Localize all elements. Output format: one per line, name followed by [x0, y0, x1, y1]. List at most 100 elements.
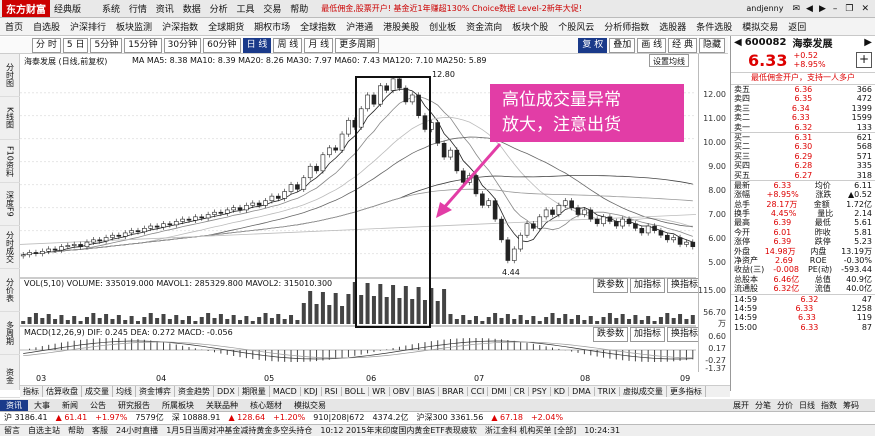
classic-button[interactable]: 经 典: [668, 37, 697, 53]
overlay-button[interactable]: 叠加: [609, 37, 636, 53]
menu-help[interactable]: 帮助: [290, 5, 308, 15]
nav-index[interactable]: 沪深指数: [162, 20, 198, 33]
right-tab[interactable]: 展开: [730, 400, 752, 411]
quote-ad[interactable]: 最低佣金开户，支持一人多户: [731, 72, 875, 85]
indicator-tab[interactable]: TRIX: [595, 387, 620, 396]
nav-hkconnect[interactable]: 沪港通: [346, 20, 373, 33]
period-monthly[interactable]: 月 线: [304, 37, 334, 53]
nav-options[interactable]: 期权市场: [254, 20, 290, 33]
right-tab[interactable]: 分价: [774, 400, 796, 411]
info-tab[interactable]: 资讯: [0, 399, 28, 411]
status-item[interactable]: 24小时直播: [116, 425, 158, 436]
indicator-tab[interactable]: DDX: [214, 387, 239, 396]
nav-flow[interactable]: 资金流向: [466, 20, 502, 33]
period-5min[interactable]: 5分钟: [90, 37, 123, 53]
indicator-tab[interactable]: BIAS: [414, 387, 440, 396]
side-tab-funds[interactable]: 资金: [0, 355, 20, 398]
status-item[interactable]: 帮助: [68, 425, 84, 436]
vol-add-indicator-button[interactable]: 加指标: [630, 278, 666, 293]
macd-switch-indicator-button[interactable]: 换指标: [667, 327, 703, 342]
period-15min[interactable]: 15分钟: [124, 37, 162, 53]
right-tab[interactable]: 日线: [796, 400, 818, 411]
ticker-ad[interactable]: 最低佣金,股票开户! 基金近1年赚超130% Choice数据 Level-2新…: [321, 3, 582, 14]
period-5day[interactable]: 5 日: [62, 37, 89, 53]
prev-stock-icon[interactable]: ◀: [734, 37, 742, 48]
next-stock-icon[interactable]: ▶: [864, 37, 872, 48]
menu-trade[interactable]: 交易: [263, 5, 281, 15]
nav-analyst[interactable]: 分析师指数: [604, 20, 649, 33]
vol-params-button[interactable]: 跌参数: [593, 278, 629, 293]
menu-system[interactable]: 系统: [102, 5, 120, 15]
indicator-tab[interactable]: MACD: [270, 387, 301, 396]
right-tab[interactable]: 筹码: [840, 400, 862, 411]
indicator-tab[interactable]: 更多指标: [667, 386, 706, 397]
nav-back[interactable]: 返回: [788, 20, 806, 33]
info-tab[interactable]: 大事: [28, 400, 56, 411]
nav-rank[interactable]: 沪深排行: [70, 20, 106, 33]
menu-news[interactable]: 资讯: [156, 5, 174, 15]
vol-switch-indicator-button[interactable]: 换指标: [667, 278, 703, 293]
nav-condition[interactable]: 条件选股: [696, 20, 732, 33]
back-icon[interactable]: ◀: [806, 4, 813, 14]
close-icon[interactable]: ✕: [861, 4, 869, 14]
mail-icon[interactable]: ✉: [792, 4, 800, 14]
side-tab-kline[interactable]: K线图: [0, 97, 20, 140]
menu-analysis[interactable]: 分析: [210, 5, 228, 15]
minimize-icon[interactable]: –: [833, 4, 838, 14]
indicator-tab[interactable]: CR: [511, 387, 529, 396]
status-item[interactable]: 留言: [4, 425, 20, 436]
menu-tools[interactable]: 工具: [236, 5, 254, 15]
side-tab-depth[interactable]: 深度F9: [0, 183, 20, 226]
restore-icon[interactable]: ❐: [845, 4, 853, 14]
adjust-button[interactable]: 复 权: [578, 37, 608, 53]
nav-gem[interactable]: 创业板: [429, 20, 456, 33]
nav-stocks[interactable]: 板块个股: [512, 20, 548, 33]
indicator-tab[interactable]: KD: [551, 387, 570, 396]
info-tab[interactable]: 模拟交易: [288, 400, 332, 411]
period-60min[interactable]: 60分钟: [203, 37, 241, 53]
info-tab[interactable]: 研究报告: [112, 400, 156, 411]
nav-futures[interactable]: 全球期货: [208, 20, 244, 33]
status-item[interactable]: 自选主站: [28, 425, 60, 436]
side-tab-pricevol[interactable]: 分价表: [0, 269, 20, 312]
draw-button[interactable]: 画 线: [637, 37, 667, 53]
nav-trends[interactable]: 个股风云: [558, 20, 594, 33]
indicator-tab[interactable]: 指标: [20, 386, 43, 397]
nav-hkus[interactable]: 港股美股: [383, 20, 419, 33]
indicator-tab[interactable]: DMI: [488, 387, 511, 396]
info-tab[interactable]: 公告: [84, 400, 112, 411]
macd-params-button[interactable]: 跌参数: [593, 327, 629, 342]
macd-add-indicator-button[interactable]: 加指标: [630, 327, 666, 342]
indicator-tab[interactable]: PSY: [529, 387, 551, 396]
period-daily[interactable]: 日 线: [242, 37, 272, 53]
indicator-tab[interactable]: KDJ: [301, 387, 322, 396]
indicator-tab[interactable]: 均线: [113, 386, 136, 397]
indicator-tab[interactable]: OBV: [390, 387, 414, 396]
period-30min[interactable]: 30分钟: [163, 37, 202, 53]
side-tab-timeshare[interactable]: 分时图: [0, 54, 20, 97]
info-tab[interactable]: 所属板块: [156, 400, 200, 411]
right-tab[interactable]: 分笔: [752, 400, 774, 411]
nav-sim[interactable]: 模拟交易: [742, 20, 778, 33]
indicator-tab[interactable]: 资金趋势: [175, 386, 214, 397]
indicator-tab[interactable]: 估算收盘: [43, 386, 82, 397]
indicator-tab[interactable]: RSI: [322, 387, 342, 396]
info-tab[interactable]: 新闻: [56, 400, 84, 411]
period-timeshare[interactable]: 分 时: [32, 37, 61, 53]
indicator-tab[interactable]: 成交量: [82, 386, 113, 397]
right-tab[interactable]: 指数: [818, 400, 840, 411]
indicator-tab[interactable]: WR: [369, 387, 390, 396]
indicator-tab[interactable]: CCI: [468, 387, 489, 396]
hide-button[interactable]: 隐藏: [698, 37, 725, 53]
nav-sector[interactable]: 板块监测: [116, 20, 152, 33]
indicator-tab[interactable]: 资金博弈: [136, 386, 175, 397]
nav-home[interactable]: 首页: [5, 20, 23, 33]
ma-settings-button[interactable]: 设置均线: [649, 54, 689, 67]
period-weekly[interactable]: 周 线: [273, 37, 303, 53]
indicator-tab[interactable]: DMA: [569, 387, 595, 396]
menu-quotes[interactable]: 行情: [129, 5, 147, 15]
side-tab-trades[interactable]: 分时成交: [0, 226, 20, 269]
nav-global[interactable]: 全球指数: [300, 20, 336, 33]
menu-data[interactable]: 数据: [183, 5, 201, 15]
indicator-tab[interactable]: 虚拟成交量: [620, 386, 667, 397]
